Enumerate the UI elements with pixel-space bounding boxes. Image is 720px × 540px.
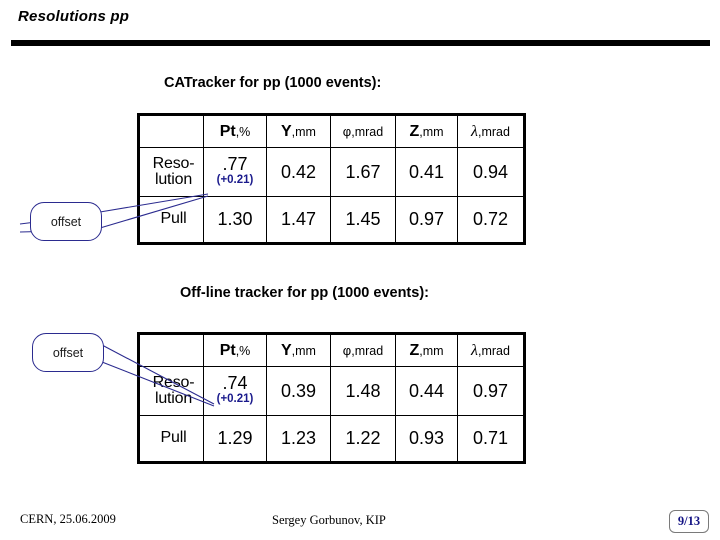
corner-cell: [138, 114, 204, 148]
header-pt-unit: ,%: [235, 124, 251, 139]
header-pt-unit: ,%: [235, 343, 251, 358]
cell-pull-phi: 1.45: [330, 196, 396, 244]
table-header-row: Pt,% Y,mm φ,mrad Z,mm λ,mrad: [138, 333, 525, 367]
header-z-unit: ,mm: [419, 124, 444, 139]
cell-resolution-lambda: 0.97: [457, 366, 525, 416]
cell-pull-phi: 1.22: [330, 415, 396, 463]
title-divider: [11, 40, 710, 46]
cell-resolution-z: 0.44: [395, 366, 458, 416]
header-cell-phi: φ,mrad: [330, 333, 396, 367]
resolution-pt-offset: (+0.21): [216, 393, 254, 406]
cell-resolution-lambda: 0.94: [457, 147, 525, 197]
row-label-line2: lution: [154, 171, 193, 188]
callout-offset-label: offset: [52, 345, 84, 360]
cell-pull-y: 1.23: [266, 415, 331, 463]
header-y-symbol: Y: [281, 122, 292, 140]
row-label-line2: lution: [154, 390, 193, 407]
footer-author: Sergey Gorbunov, KIP: [272, 513, 386, 527]
header-lambda-unit: ,mrad: [477, 124, 510, 139]
cell-pull-pt: 1.30: [203, 196, 267, 244]
header-phi-symbol: φ: [342, 342, 352, 358]
catracker-results-table: Pt,% Y,mm φ,mrad Z,mm λ,mrad Reso- lutio…: [137, 113, 526, 245]
cell-pull-lambda: 0.71: [457, 415, 525, 463]
callout-offset-label: offset: [50, 214, 82, 229]
page-title: Resolutions pp: [18, 8, 130, 25]
header-cell-pt: Pt,%: [203, 114, 267, 148]
table-header-row: Pt,% Y,mm φ,mrad Z,mm λ,mrad: [138, 114, 525, 148]
header-cell-y: Y,mm: [266, 333, 331, 367]
cell-resolution-pt: .77 (+0.21): [203, 147, 267, 197]
cell-resolution-phi: 1.67: [330, 147, 396, 197]
header-cell-pt: Pt,%: [203, 333, 267, 367]
header-phi-unit: ,mrad: [351, 343, 384, 358]
cell-resolution-y: 0.39: [266, 366, 331, 416]
page-number-badge: 9/13: [669, 510, 709, 533]
header-phi-symbol: φ: [342, 123, 352, 139]
header-pt-symbol: Pt: [219, 341, 236, 359]
header-lambda-unit: ,mrad: [477, 343, 510, 358]
footer-date: CERN, 25.06.2009: [20, 512, 116, 526]
header-lambda-symbol: λ: [471, 122, 478, 140]
header-z-symbol: Z: [409, 341, 420, 359]
cell-resolution-pt: .74 (+0.21): [203, 366, 267, 416]
offline-caption: Off-line tracker for pp (1000 events):: [180, 285, 429, 301]
header-cell-phi: φ,mrad: [330, 114, 396, 148]
header-z-unit: ,mm: [419, 343, 444, 358]
header-pt-symbol: Pt: [219, 122, 236, 140]
header-cell-lambda: λ,mrad: [457, 114, 525, 148]
cell-pull-pt: 1.29: [203, 415, 267, 463]
header-y-unit: ,mm: [291, 124, 316, 139]
resolution-pt-value: .77: [222, 154, 248, 175]
callout-offset-offline: offset: [32, 333, 104, 372]
resolution-pt-value: .74: [222, 373, 248, 394]
page-number-text: 9/13: [677, 514, 701, 528]
table-row: Reso- lution .77 (+0.21) 0.42 1.67 0.41 …: [138, 147, 525, 197]
header-y-unit: ,mm: [291, 343, 316, 358]
table-row: Pull 1.29 1.23 1.22 0.93 0.71: [138, 415, 525, 463]
row-label-pull: Pull: [138, 196, 204, 244]
resolution-pt-offset: (+0.21): [216, 174, 254, 187]
row-label-line1: Reso-: [152, 154, 195, 172]
header-cell-lambda: λ,mrad: [457, 333, 525, 367]
row-label-resolution: Reso- lution: [138, 147, 204, 197]
header-phi-unit: ,mrad: [351, 124, 384, 139]
callout-offset-catracker: offset: [30, 202, 102, 241]
row-label-pull: Pull: [138, 415, 204, 463]
table-row: Reso- lution .74 (+0.21) 0.39 1.48 0.44 …: [138, 366, 525, 416]
header-y-symbol: Y: [281, 341, 292, 359]
cell-pull-z: 0.93: [395, 415, 458, 463]
header-lambda-symbol: λ: [471, 341, 478, 359]
offline-results-table: Pt,% Y,mm φ,mrad Z,mm λ,mrad Reso- lutio…: [137, 332, 526, 464]
header-cell-y: Y,mm: [266, 114, 331, 148]
header-z-symbol: Z: [409, 122, 420, 140]
cell-resolution-phi: 1.48: [330, 366, 396, 416]
table-row: Pull 1.30 1.47 1.45 0.97 0.72: [138, 196, 525, 244]
cell-resolution-z: 0.41: [395, 147, 458, 197]
header-cell-z: Z,mm: [395, 114, 458, 148]
catracker-caption: CATracker for pp (1000 events):: [164, 75, 382, 91]
cell-pull-z: 0.97: [395, 196, 458, 244]
header-cell-z: Z,mm: [395, 333, 458, 367]
cell-pull-lambda: 0.72: [457, 196, 525, 244]
corner-cell: [138, 333, 204, 367]
row-label-line1: Reso-: [152, 373, 195, 391]
cell-pull-y: 1.47: [266, 196, 331, 244]
row-label-resolution: Reso- lution: [138, 366, 204, 416]
cell-resolution-y: 0.42: [266, 147, 331, 197]
